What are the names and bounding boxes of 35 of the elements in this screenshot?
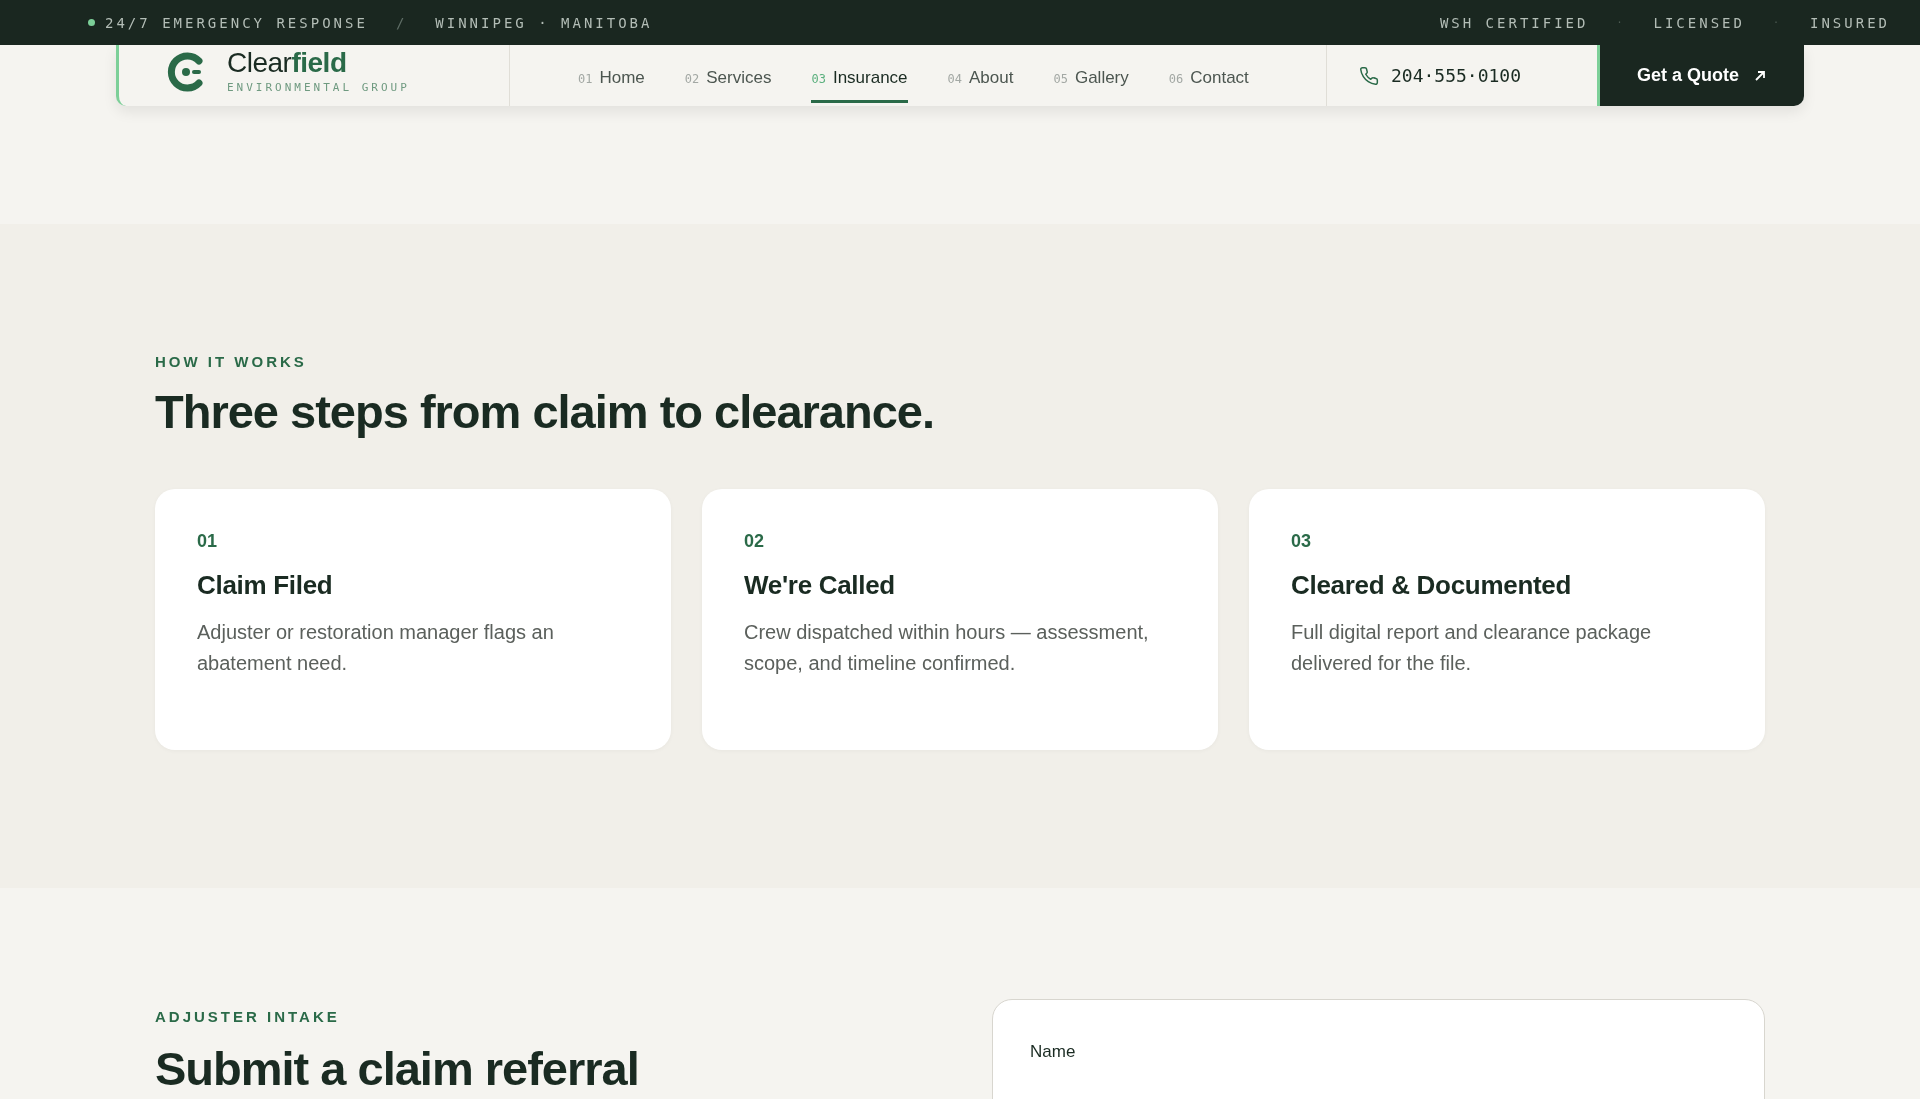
emergency-text: 24/7 EMERGENCY RESPONSE [105,14,368,31]
separator-text: · [1772,17,1782,28]
step-number: 03 [1291,531,1313,552]
nav-link[interactable]: 06 Contact [1168,54,1249,103]
credential-text: WSH CERTIFIED [1439,14,1589,31]
field-label: Name [1030,1042,1076,1061]
credential-text: INSURED [1810,14,1890,31]
section-eyebrow: HOW IT WORKS [155,353,308,370]
brand-name[interactable]: Clearfield [227,49,410,77]
nav-link[interactable]: 03 Insurance [811,54,908,103]
step-title: We're Called [744,570,896,601]
status-dot [88,19,95,26]
step-title: Cleared & Documented [1291,570,1573,601]
step-number: 02 [744,531,766,552]
arrow-icon [1753,68,1767,83]
section-title: Submit a claim referral [155,1041,639,1096]
separator-text: · [1616,17,1626,28]
location-text: WINNIPEG · MANITOBA [435,14,653,31]
nav-link[interactable]: 04 About [947,54,1014,103]
section-title: Three steps from claim to clearance. [155,384,935,439]
section-eyebrow: ADJUSTER INTAKE [155,1008,341,1025]
quote-button[interactable]: Get a Quote [1597,45,1804,106]
separator-text: / [395,14,408,31]
step-number: 01 [197,531,219,552]
phone-number[interactable]: 204·555·0100 [1391,65,1522,86]
step-title: Claim Filed [197,570,334,601]
step-description: Full digital report and clearance package delivered for the file. [1291,620,1653,676]
nav-link[interactable]: 01 Home [578,54,645,103]
step-description: Crew dispatched within hours — assessment, scope, and timeline confirmed. [744,620,1150,676]
step-description: Adjuster or restoration manager flags an abatement need. [197,620,555,676]
nav-link[interactable]: 02 Services [684,54,772,103]
nav-link[interactable]: 05 Gallery [1053,54,1129,103]
credential-text: LICENSED [1653,14,1745,31]
phone-icon [1359,65,1379,86]
brand-tagline: ENVIRONMENTAL GROUP [227,81,410,94]
